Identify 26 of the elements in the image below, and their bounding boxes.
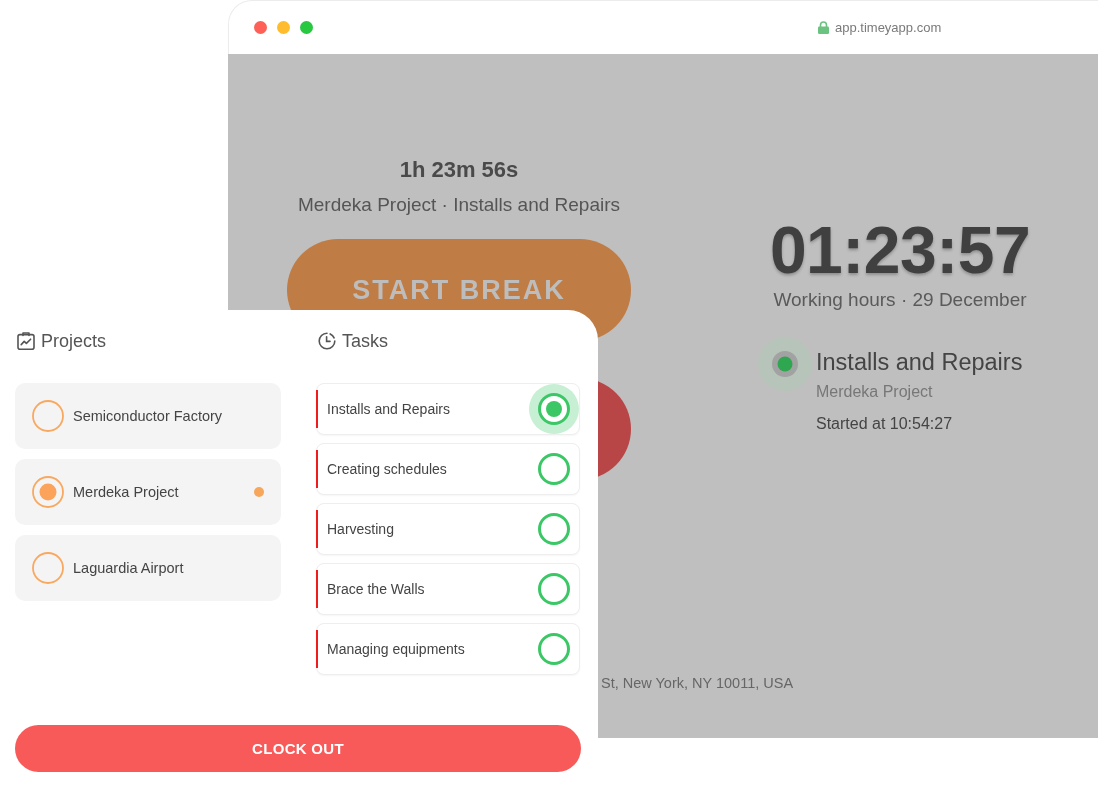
elapsed-time: 1h 23m 56s (399, 156, 519, 184)
window-minimize-icon[interactable] (277, 21, 290, 34)
task-item[interactable]: Creating schedules (316, 443, 580, 495)
round-action-button[interactable] (598, 381, 631, 477)
clock-display: 01:23:57 (769, 217, 1031, 283)
project-item[interactable]: Laguardia Airport (15, 535, 281, 601)
window-zoom-icon[interactable] (300, 21, 313, 34)
window-close-icon[interactable] (254, 21, 267, 34)
task-item[interactable]: Managing equipments (316, 623, 580, 675)
project-item[interactable]: Semiconductor Factory (15, 383, 281, 449)
status-indicator-icon (758, 337, 812, 391)
url-text: app.timeyapp.com (835, 20, 942, 35)
current-task-name: Installs and Repairs (816, 348, 1023, 376)
session-context: Merdeka Project · Installs and Repairs (297, 193, 621, 217)
start-time: Started at 10:54:27 (816, 414, 953, 434)
clock-icon (318, 332, 336, 350)
project-item[interactable]: Merdeka Project (15, 459, 281, 525)
clipboard-chart-icon (17, 332, 35, 350)
projects-heading: Projects (41, 330, 107, 353)
task-item[interactable]: Brace the Walls (316, 563, 580, 615)
task-item[interactable]: Harvesting (316, 503, 580, 555)
clock-caption: Working hours · 29 December (773, 288, 1027, 312)
task-item[interactable]: Installs and Repairs (316, 383, 580, 435)
current-project-name: Merdeka Project (816, 382, 933, 402)
address-text: St, New York, NY 10011, USA (601, 674, 794, 693)
lock-icon (818, 21, 829, 34)
